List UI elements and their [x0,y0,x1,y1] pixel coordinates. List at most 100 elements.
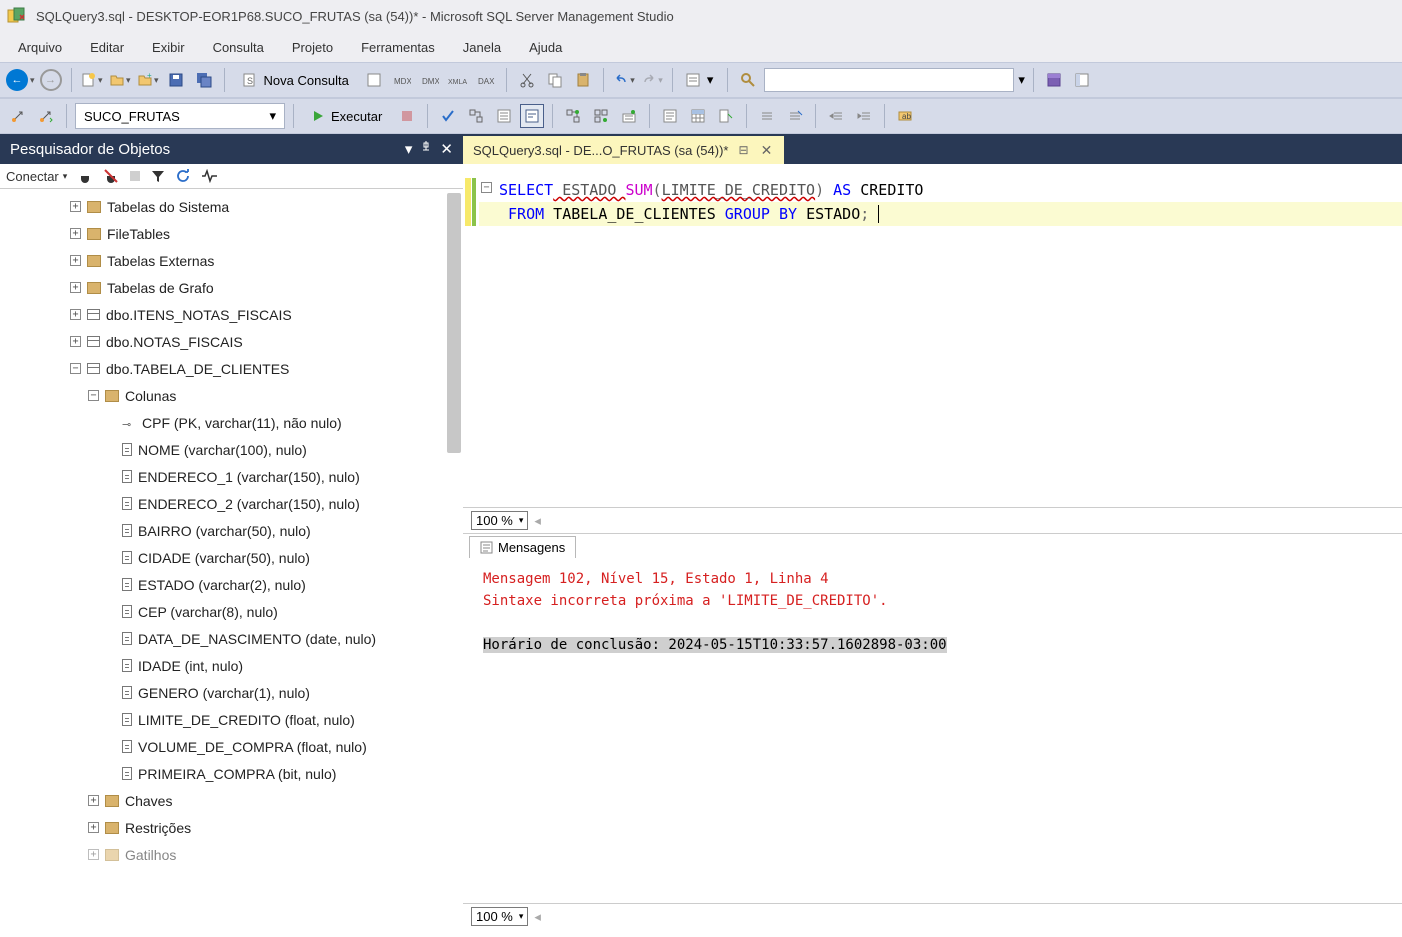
tree-column[interactable]: IDADE (int, nulo) [0,652,463,679]
client-stats-icon[interactable] [617,104,641,128]
results-file-icon[interactable] [714,104,738,128]
tree-column[interactable]: BAIRRO (varchar(50), nulo) [0,517,463,544]
intellisense-icon[interactable] [520,104,544,128]
query-options-icon[interactable] [492,104,516,128]
connect-plug-icon[interactable] [77,168,93,184]
add-file-icon[interactable]: +▾ [136,68,160,92]
live-stats-icon[interactable] [589,104,613,128]
refresh-icon[interactable] [175,168,191,184]
activity-icon[interactable] [201,169,219,183]
disconnect-icon[interactable] [103,168,119,184]
menu-editar[interactable]: Editar [76,36,138,59]
database-selector[interactable]: SUCO_FRUTAS ▾ [75,103,285,129]
tree-folder[interactable]: +Chaves [0,787,463,814]
tree-column[interactable]: GENERO (varchar(1), nulo) [0,679,463,706]
messages-tab[interactable]: Mensagens [469,536,576,558]
tree-column[interactable]: CIDADE (varchar(50), nulo) [0,544,463,571]
new-query-button[interactable]: S Nova Consulta [233,67,358,93]
tree-column[interactable]: DATA_DE_NASCIMENTO (date, nulo) [0,625,463,652]
nav-back-button[interactable]: ←▾ [6,69,35,91]
undo-icon[interactable]: ▾ [612,68,636,92]
panel-dropdown-icon[interactable]: ▾ [405,140,413,158]
tree-table[interactable]: +dbo.NOTAS_FISCAIS [0,328,463,355]
scroll-left-icon[interactable]: ◂ [534,909,541,925]
filter-icon[interactable] [151,169,165,183]
copy-icon[interactable] [543,68,567,92]
collapse-icon[interactable]: − [481,182,492,193]
tree-folder[interactable]: +Gatilhos [0,841,463,868]
tree-column[interactable]: VOLUME_DE_COMPRA (float, nulo) [0,733,463,760]
stop-icon[interactable] [395,104,419,128]
paste-icon[interactable] [571,68,595,92]
connect-dropdown[interactable]: Conectar ▾ [6,169,67,184]
object-explorer-tree[interactable]: +Tabelas do Sistema +FileTables +Tabelas… [0,189,463,929]
query-sql-icon[interactable] [362,68,386,92]
search-input[interactable] [764,68,1014,92]
dax-icon[interactable]: DAX [474,68,498,92]
new-project-icon[interactable]: ▾ [80,68,104,92]
menu-ferramentas[interactable]: Ferramentas [347,36,449,59]
specify-values-icon[interactable]: ab [893,104,917,128]
layout-icon[interactable] [1042,68,1066,92]
mdx-icon[interactable]: MDX [390,68,414,92]
save-icon[interactable] [164,68,188,92]
open-file-icon[interactable]: ▾ [108,68,132,92]
display-plan-icon[interactable] [464,104,488,128]
parse-icon[interactable] [436,104,460,128]
change-connection-icon[interactable] [34,104,58,128]
tree-column[interactable]: ⊸CPF (PK, varchar(11), não nulo) [0,409,463,436]
tree-column[interactable]: ENDERECO_1 (varchar(150), nulo) [0,463,463,490]
actual-plan-icon[interactable] [561,104,585,128]
close-icon[interactable]: ✕ [759,142,775,159]
menu-ajuda[interactable]: Ajuda [515,36,576,59]
uncomment-icon[interactable] [783,104,807,128]
menu-exibir[interactable]: Exibir [138,36,199,59]
nav-forward-button[interactable]: → [39,68,63,92]
menu-janela[interactable]: Janela [449,36,515,59]
execute-button[interactable]: Executar [302,103,391,129]
tree-column[interactable]: ENDERECO_2 (varchar(150), nulo) [0,490,463,517]
scroll-left-icon[interactable]: ◂ [534,513,541,529]
zoom-selector[interactable]: 100 %▾ [471,511,528,530]
redo-icon[interactable]: ▾ [640,68,664,92]
tree-folder[interactable]: +Tabelas Externas [0,247,463,274]
comment-icon[interactable] [755,104,779,128]
tree-column[interactable]: ESTADO (varchar(2), nulo) [0,571,463,598]
find-icon[interactable] [736,68,760,92]
xmla-icon[interactable]: XMLA [446,68,470,92]
tree-folder[interactable]: +Restrições [0,814,463,841]
tree-column[interactable]: LIMITE_DE_CREDITO (float, nulo) [0,706,463,733]
save-all-icon[interactable] [192,68,216,92]
document-tab[interactable]: SQLQuery3.sql - DE...O_FRUTAS (sa (54))*… [463,136,784,164]
pin-icon[interactable]: ⊟ [737,143,751,157]
layout2-icon[interactable] [1070,68,1094,92]
outdent-icon[interactable] [852,104,876,128]
tree-folder[interactable]: +Tabelas de Grafo [0,274,463,301]
zoom-selector-bottom[interactable]: 100 %▾ [471,907,528,926]
stop-oe-icon[interactable] [129,170,141,182]
tree-column[interactable]: PRIMEIRA_COMPRA (bit, nulo) [0,760,463,787]
dmx-icon[interactable]: DMX [418,68,442,92]
code-editor[interactable]: − SELECT ESTADO SUM(LIMITE_DE_CREDITO) A… [463,164,1402,507]
menu-projeto[interactable]: Projeto [278,36,347,59]
tree-folder[interactable]: +Tabelas do Sistema [0,193,463,220]
panel-pin-icon[interactable] [420,140,432,158]
tree-table[interactable]: +dbo.ITENS_NOTAS_FISCAIS [0,301,463,328]
connect-icon[interactable] [6,104,30,128]
tree-folder[interactable]: +FileTables [0,220,463,247]
results-grid-icon[interactable] [686,104,710,128]
tree-column[interactable]: NOME (varchar(100), nulo) [0,436,463,463]
scrollbar[interactable] [447,193,461,453]
tree-table[interactable]: −dbo.TABELA_DE_CLIENTES [0,355,463,382]
tree-folder-colunas[interactable]: −Colunas [0,382,463,409]
messages-pane[interactable]: Mensagem 102, Nível 15, Estado 1, Linha … [463,558,1402,903]
svg-text:DAX: DAX [478,77,495,86]
cut-icon[interactable] [515,68,539,92]
results-text-icon[interactable] [658,104,682,128]
tree-column[interactable]: CEP (varchar(8), nulo) [0,598,463,625]
indent-icon[interactable] [824,104,848,128]
menu-consulta[interactable]: Consulta [199,36,278,59]
panel-close-icon[interactable]: ✕ [440,140,453,158]
properties-icon[interactable] [681,68,705,92]
menu-arquivo[interactable]: Arquivo [4,36,76,59]
